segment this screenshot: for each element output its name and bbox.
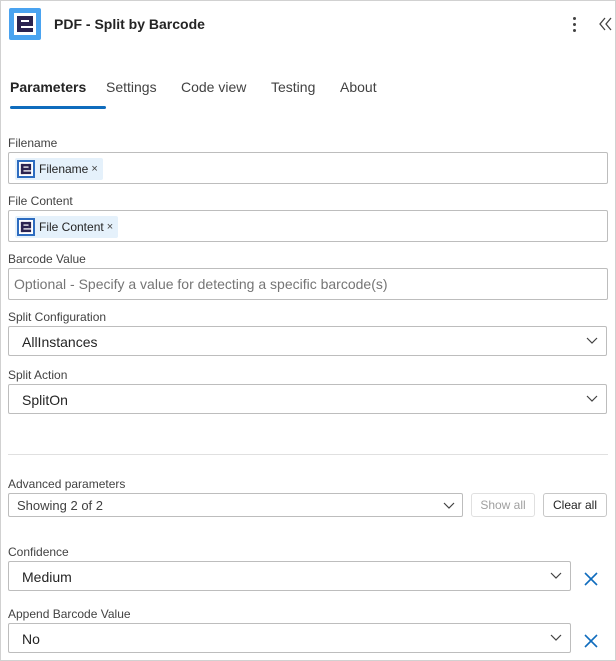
- append-barcode-value-value: No: [22, 631, 40, 647]
- double-chevron-left-icon[interactable]: [597, 14, 613, 34]
- chevron-down-icon: [550, 634, 562, 641]
- barcode-value-input[interactable]: [14, 269, 599, 299]
- remove-parameter-icon[interactable]: [583, 571, 599, 587]
- filename-token[interactable]: Filename ×: [15, 158, 103, 180]
- barcode-value-label: Barcode Value: [8, 252, 86, 266]
- tab-list: Parameters Settings Code view Testing Ab…: [10, 79, 390, 109]
- encodian-logo-icon: [9, 8, 41, 40]
- advanced-parameters-label: Advanced parameters: [8, 477, 126, 491]
- more-vertical-icon[interactable]: [564, 13, 584, 35]
- confidence-value: Medium: [22, 569, 72, 585]
- advanced-parameters-value: Showing 2 of 2: [17, 498, 104, 513]
- chevron-down-icon: [550, 572, 562, 579]
- chevron-down-icon: [443, 502, 455, 509]
- encodian-logo-icon: [17, 160, 35, 178]
- confidence-label: Confidence: [8, 545, 69, 559]
- advanced-parameters-dropdown[interactable]: Showing 2 of 2: [8, 493, 463, 517]
- barcode-value-field: [8, 268, 608, 300]
- file-content-field[interactable]: File Content ×: [8, 210, 608, 242]
- confidence-dropdown[interactable]: Medium: [8, 561, 571, 591]
- tab-about[interactable]: About: [340, 79, 390, 109]
- remove-parameter-icon[interactable]: [583, 633, 599, 649]
- append-barcode-value-label: Append Barcode Value: [8, 607, 131, 621]
- append-barcode-value-dropdown[interactable]: No: [8, 623, 571, 653]
- action-title: PDF - Split by Barcode: [54, 16, 205, 32]
- tab-testing[interactable]: Testing: [271, 79, 340, 109]
- tab-parameters[interactable]: Parameters: [10, 79, 106, 109]
- split-configuration-label: Split Configuration: [8, 310, 107, 324]
- split-action-label: Split Action: [8, 368, 68, 382]
- token-remove-icon[interactable]: ×: [107, 221, 113, 233]
- file-content-label: File Content: [8, 194, 73, 208]
- split-action-value: SplitOn: [22, 392, 68, 408]
- split-action-dropdown[interactable]: SplitOn: [8, 384, 607, 414]
- chevron-down-icon: [586, 395, 598, 402]
- token-label: Filename: [39, 162, 89, 176]
- file-content-token[interactable]: File Content ×: [15, 216, 119, 238]
- chevron-down-icon: [586, 337, 598, 344]
- token-remove-icon[interactable]: ×: [91, 163, 97, 175]
- show-all-button[interactable]: Show all: [471, 493, 535, 517]
- clear-all-button[interactable]: Clear all: [543, 493, 607, 517]
- tab-code-view[interactable]: Code view: [181, 79, 271, 109]
- action-card: PDF - Split by Barcode Parameters Settin…: [0, 0, 616, 661]
- encodian-logo-icon: [17, 218, 35, 236]
- split-configuration-dropdown[interactable]: AllInstances: [8, 326, 607, 356]
- filename-label: Filename: [8, 136, 58, 150]
- tab-settings[interactable]: Settings: [106, 79, 181, 109]
- section-divider: [8, 454, 608, 455]
- filename-field[interactable]: Filename ×: [8, 152, 608, 184]
- split-configuration-value: AllInstances: [22, 334, 98, 350]
- token-label: File Content: [39, 220, 104, 234]
